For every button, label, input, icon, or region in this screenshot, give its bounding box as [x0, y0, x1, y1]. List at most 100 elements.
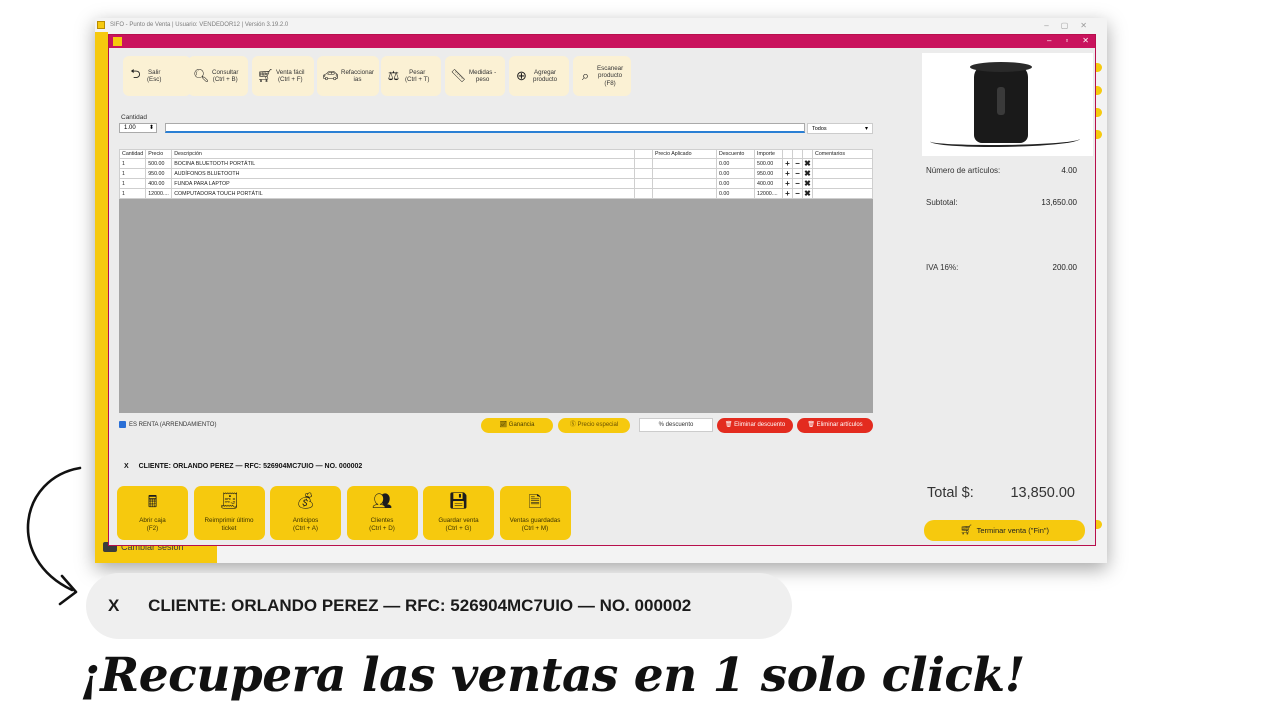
toolbar-button-label: Escanear producto (F8)	[597, 64, 624, 87]
remove-icon[interactable]: ✖	[802, 168, 813, 180]
product-image	[922, 53, 1093, 156]
outer-window-controls[interactable]: –▢✕	[1044, 19, 1099, 33]
minus-icon[interactable]: −	[792, 158, 803, 170]
eliminar-descuento-button[interactable]: 🗑︎ Eliminar descuento	[717, 418, 793, 433]
minus-icon[interactable]: −	[792, 178, 803, 190]
product-search-input[interactable]	[165, 123, 805, 133]
cliente-text: CLIENTE: ORLANDO PEREZ — RFC: 526904MC7U…	[138, 463, 363, 470]
plus-icon[interactable]: +	[782, 178, 793, 190]
toolbar-button-label: Consultar (Ctrl + B)	[212, 68, 239, 84]
toolbar-button-3[interactable]: 🚗︎ Refaccionar ias	[317, 56, 379, 96]
filter-select[interactable]: Todos ▾	[807, 123, 873, 134]
pos-window-controls: – ▫ ✕	[1047, 36, 1089, 45]
toolbar-button-6[interactable]: ⊕ Agregar producto	[509, 56, 569, 96]
minus-icon[interactable]: −	[792, 188, 803, 200]
cell-blank	[634, 158, 653, 170]
cell-precio-aplicado	[652, 188, 717, 200]
bottom-button-label: Abrir caja (F2)	[139, 517, 166, 532]
toolbar-button-label: Agregar producto	[533, 68, 558, 84]
cliente-clear-button[interactable]: X	[124, 463, 129, 470]
cell-precio-aplicado	[652, 158, 717, 170]
cell-cantidad: 1	[118, 188, 147, 200]
filter-value: Todos	[812, 126, 827, 132]
descuento-input[interactable]: % descuento	[639, 418, 713, 432]
toolbar-button-2[interactable]: 🛒︎ Venta fácil (Ctrl + F)	[252, 56, 314, 96]
cell-precio: 950.00	[145, 168, 173, 180]
bottom-button-2[interactable]: 💰︎ Anticipos (Ctrl + A)	[270, 486, 341, 540]
add-circle-icon: ⊕	[516, 68, 527, 83]
precio-especial-button[interactable]: Ⓢ Precio especial	[558, 418, 630, 433]
table-row[interactable]: 1 400.00 FUNDA PARA LAPTOP 0.00 400.00 + − ✖	[118, 178, 873, 190]
cell-descuento: 0.00	[716, 188, 755, 200]
bottom-button-4[interactable]: 💾︎ Guardar venta (Ctrl + G)	[423, 486, 494, 540]
cell-descuento: 0.00	[716, 168, 755, 180]
plus-icon[interactable]: +	[782, 158, 793, 170]
strip-tab	[1095, 520, 1102, 529]
remove-icon[interactable]: ✖	[802, 188, 813, 200]
cell-descripcion: AUDÍFONOS BLUETOOTH	[171, 168, 635, 180]
cell-cantidad: 1	[118, 178, 147, 190]
strip-tab	[1095, 63, 1102, 72]
promo-headline: ¡Recupera las ventas en 1 solo click!	[80, 648, 1025, 703]
back-arrow-icon: ⮌	[130, 66, 141, 81]
grid-header-cell: Descripción	[171, 148, 635, 160]
toolbar-button-0[interactable]: ⮌ Salir (Esc)	[123, 56, 191, 96]
curved-arrow-icon	[26, 466, 82, 606]
bottom-button-0[interactable]: 🖩︎ Abrir caja (F2)	[117, 486, 188, 540]
eliminar-articulos-label: Eliminar artículos	[816, 422, 863, 428]
toolbar-button-1[interactable]: 🔍︎ Consultar (Ctrl + B)	[188, 56, 248, 96]
users-icon: 👥︎	[371, 493, 393, 510]
plus-icon[interactable]: +	[782, 168, 793, 180]
cell-comentarios[interactable]	[812, 188, 873, 200]
iva-label: IVA 16%:	[926, 263, 959, 272]
cantidad-label: Cantidad	[121, 114, 148, 121]
bottom-button-1[interactable]: 🧾︎ Reimprimir último ticket	[193, 486, 265, 540]
bottom-button-5[interactable]: 🗎 Ventas guardadas (Ctrl + M)	[499, 486, 571, 540]
cell-importe: 400.00	[754, 178, 783, 190]
remove-icon[interactable]: ✖	[802, 158, 813, 170]
strip-tab	[1095, 130, 1102, 139]
cell-comentarios[interactable]	[812, 178, 873, 190]
iva-value: 200.00	[1052, 263, 1077, 272]
cell-precio-aplicado	[652, 178, 717, 190]
cell-descripcion: FUNDA PARA LAPTOP	[171, 178, 635, 190]
close-icon[interactable]: ✕	[1082, 36, 1089, 45]
remove-icon[interactable]: ✖	[802, 178, 813, 190]
pos-title-bar: – ▫ ✕	[109, 35, 1095, 48]
grid-header-cell: Precio	[145, 148, 173, 160]
ganancia-label: Ganancia	[508, 422, 535, 428]
eliminar-articulos-button[interactable]: 🗑︎ Eliminar artículos	[797, 418, 873, 433]
minus-icon[interactable]: −	[792, 168, 803, 180]
chevron-down-icon: ▾	[864, 126, 868, 132]
cell-comentarios[interactable]	[812, 168, 873, 180]
table-row[interactable]: 1 12000.... COMPUTADORA TOUCH PORTÁTIL 0.00…	[118, 188, 873, 200]
cell-comentarios[interactable]	[812, 158, 873, 170]
minimize-icon[interactable]: –	[1047, 36, 1051, 45]
cantidad-input[interactable]: 1.00 ⬍	[119, 123, 157, 133]
pos-window: – ▫ ✕ ⮌ Salir (Esc) 🔍︎ Consultar (Ctrl + B)…	[108, 34, 1096, 546]
cell-precio-aplicado	[652, 168, 717, 180]
plus-icon[interactable]: +	[782, 188, 793, 200]
stepper-icon[interactable]: ⬍	[149, 124, 154, 133]
toolbar-button-5[interactable]: 📏︎ Medidas - peso	[445, 56, 505, 96]
renta-checkbox[interactable]: ES RENTA (ARRENDAMIENTO)	[119, 421, 216, 428]
toolbar-button-4[interactable]: ⚖ Pesar (Ctrl + T)	[381, 56, 441, 96]
grid-header-cell	[634, 148, 653, 160]
grid-header-cell: Cantidad	[118, 148, 147, 160]
bottom-button-label: Reimprimir último ticket	[204, 517, 254, 532]
bottom-button-3[interactable]: 👥︎ Clientes (Ctrl + D)	[346, 486, 418, 540]
terminar-venta-button[interactable]: 🛒︎ Terminar venta ("Fin")	[924, 520, 1085, 541]
saved-sales-icon: 🗎	[528, 494, 542, 511]
bottom-button-label: Guardar venta (Ctrl + G)	[438, 517, 479, 532]
articulos-value: 4.00	[1061, 166, 1077, 175]
table-row[interactable]: 1 500.00 BOCINA BLUETOOTH PORTÁTIL 0.00 500.…	[118, 158, 873, 170]
toolbar-button-7[interactable]: ⌕ Escanear producto (F8)	[573, 56, 631, 96]
cell-blank	[634, 168, 653, 180]
cell-cantidad: 1	[118, 168, 147, 180]
outer-window-title: SIFO - Punto de Venta | Usuario: VENDEDO…	[110, 22, 289, 28]
cell-precio: 12000....	[145, 188, 173, 200]
maximize-icon[interactable]: ▫	[1065, 36, 1068, 45]
ganancia-button[interactable]: 📈︎ Ganancia	[481, 418, 553, 433]
table-row[interactable]: 1 950.00 AUDÍFONOS BLUETOOTH 0.00 950.00 + − ✖	[118, 168, 873, 180]
scale-icon: ⚖	[387, 68, 400, 83]
